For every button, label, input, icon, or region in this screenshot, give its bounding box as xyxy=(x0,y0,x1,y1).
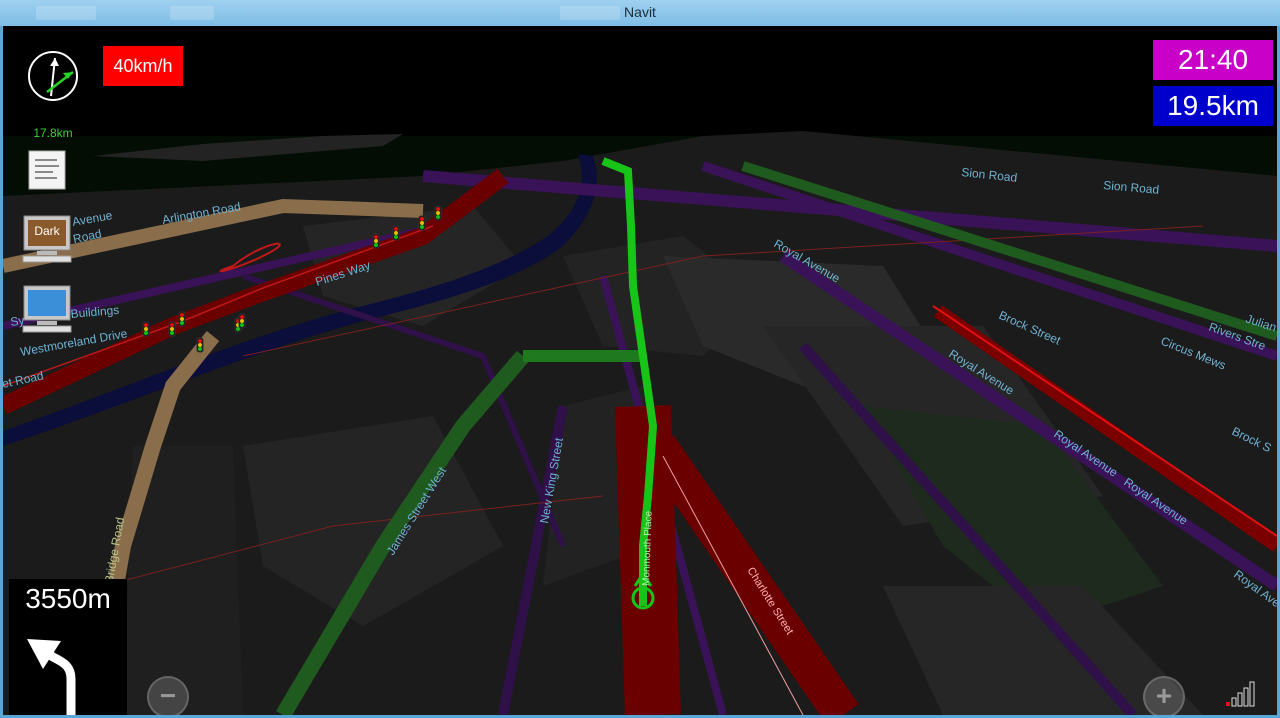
window-title: Navit xyxy=(624,4,656,20)
arrival-time: 21:40 xyxy=(1153,40,1273,80)
compass-icon xyxy=(28,51,78,101)
map-canvas[interactable]: Sion Road Sion Road Arlington Road Avenu… xyxy=(3,26,1277,715)
sky xyxy=(3,26,1277,136)
zoom-in-button[interactable]: + xyxy=(1143,676,1185,715)
compass-widget: 17.8km xyxy=(23,46,83,140)
dark-theme-label: Dark xyxy=(34,224,60,238)
zoom-out-button[interactable]: − xyxy=(147,676,189,715)
speed-limit-badge: 40km/h xyxy=(103,46,183,86)
window-titlebar[interactable]: Navit xyxy=(0,0,1280,26)
zoom-in-icon: + xyxy=(1155,680,1173,711)
remaining-distance: 19.5km xyxy=(1153,86,1273,126)
next-maneuver-panel xyxy=(9,619,127,715)
zoom-out-icon: − xyxy=(159,680,177,711)
signal-strength-icon xyxy=(1226,681,1255,707)
document-icon xyxy=(28,150,66,190)
navit-map-view[interactable]: Sion Road Sion Road Arlington Road Avenu… xyxy=(3,26,1277,715)
menu-document-button[interactable] xyxy=(27,150,67,190)
gps-signal-indicator xyxy=(1225,678,1259,708)
monitor-icon xyxy=(22,215,72,263)
turn-left-arrow-icon xyxy=(27,639,76,715)
monitor-icon xyxy=(22,285,72,333)
next-maneuver-distance: 3550m xyxy=(9,579,127,619)
destination-distance-text: 17.8km xyxy=(33,126,73,140)
display-settings-button[interactable] xyxy=(21,284,73,334)
dark-theme-button[interactable]: Dark xyxy=(21,214,73,264)
